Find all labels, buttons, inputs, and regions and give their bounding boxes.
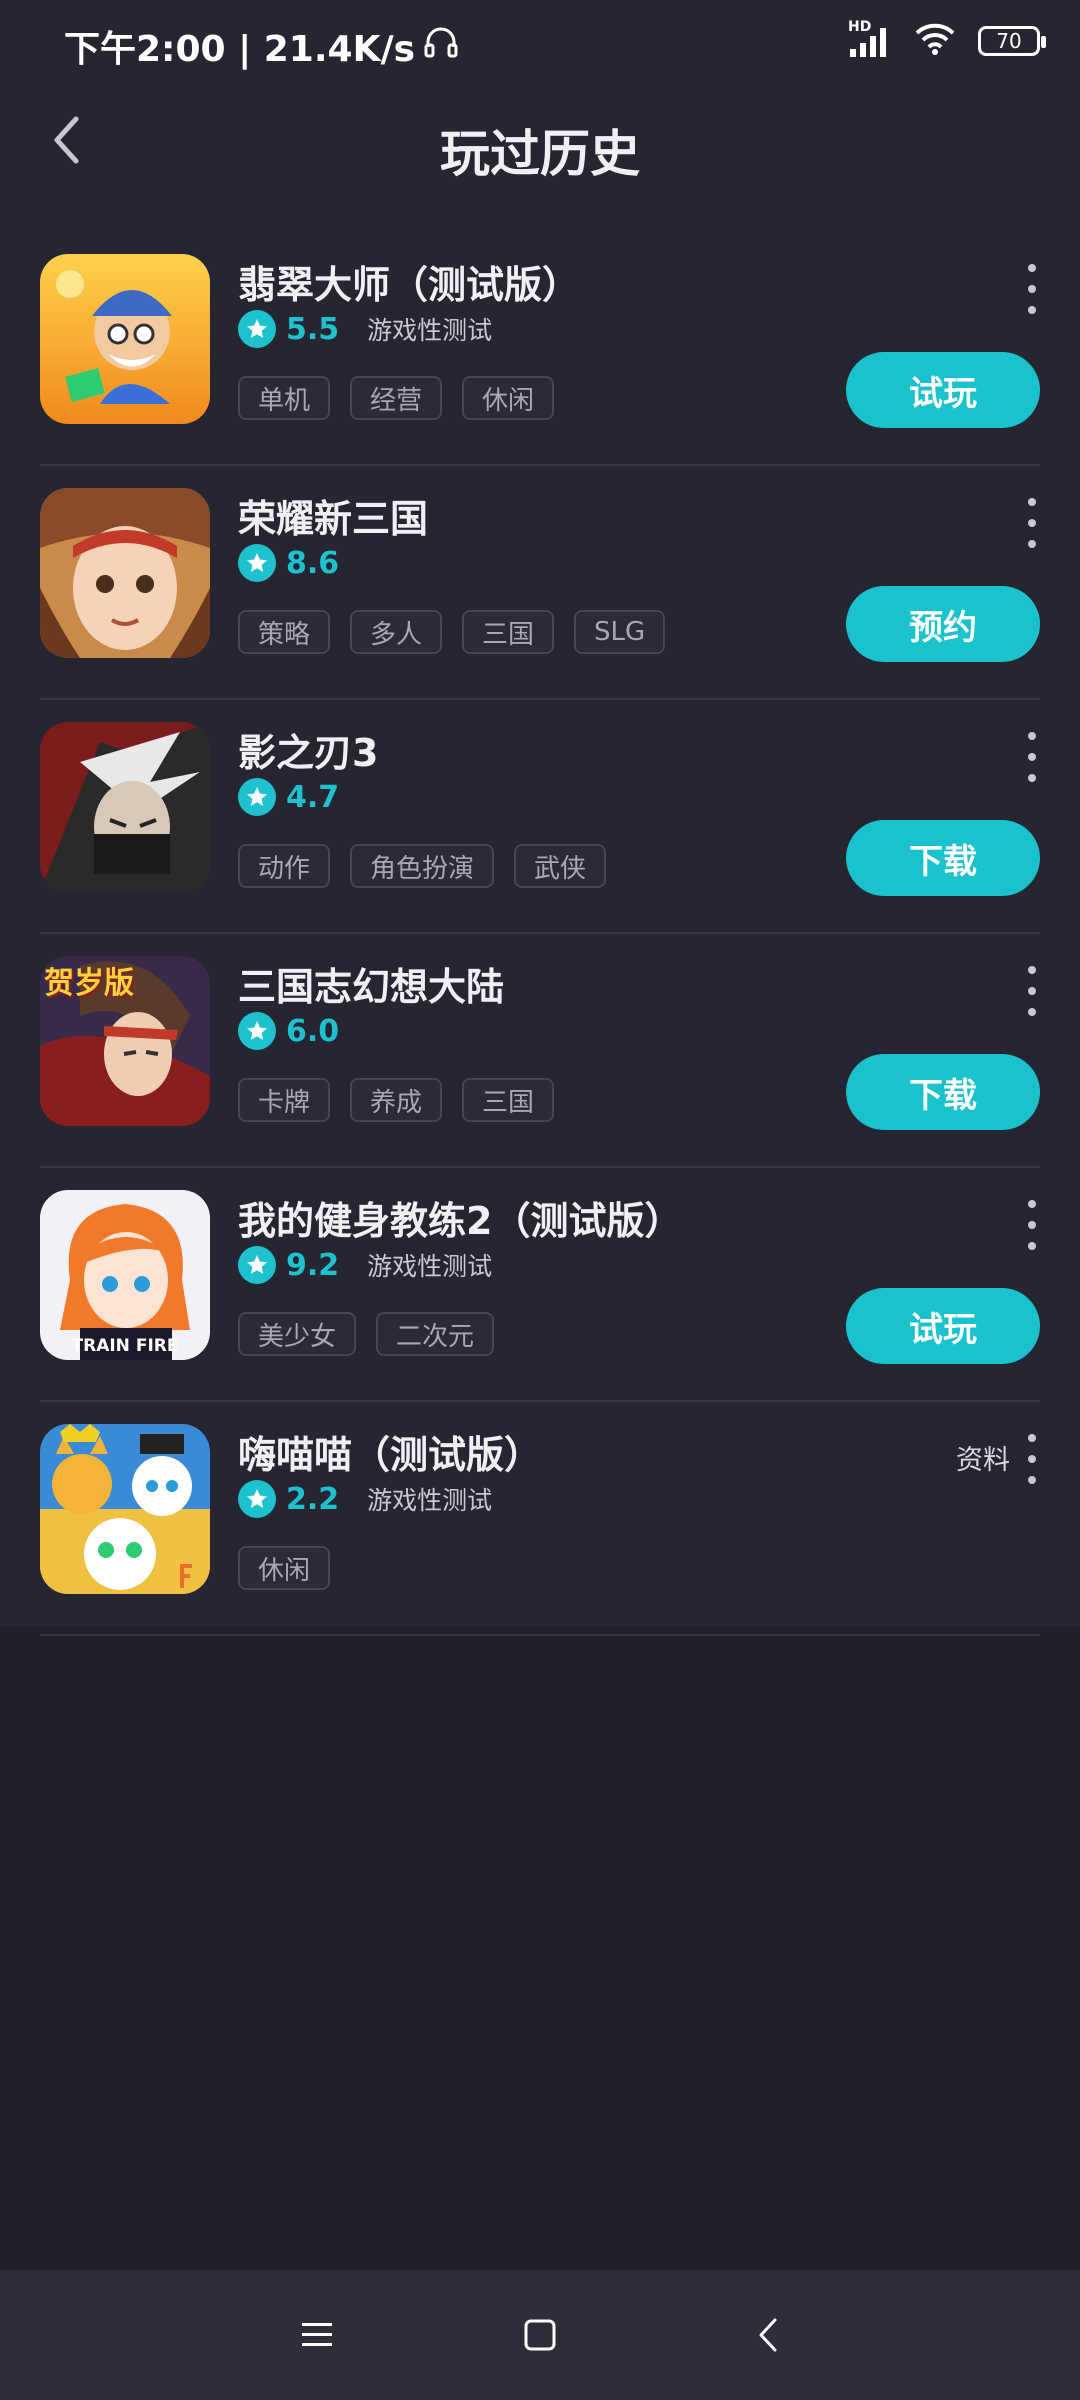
more-options-icon[interactable] [1022, 732, 1042, 782]
page-title: 玩过历史 [440, 125, 640, 183]
game-icon[interactable] [40, 254, 210, 424]
tag[interactable]: 单机 [238, 376, 331, 420]
tag[interactable]: 养成 [350, 1078, 443, 1122]
tag[interactable]: 武侠 [514, 844, 607, 888]
menu-button[interactable] [287, 2305, 347, 2365]
star-icon [238, 1246, 276, 1284]
more-options-icon[interactable] [1022, 1434, 1042, 1484]
rating-row: 4.7 [238, 778, 357, 816]
test-label: 游戏性测试 [367, 1252, 493, 1281]
tag[interactable]: 三国 [462, 610, 555, 654]
game-history-list: 翡翠大师（测试版） 5.5 游戏性测试 单机 经营 休闲 试玩 荣耀新三国 8.… [0, 232, 1080, 1636]
status-bar: 下午2:00 | 21.4K/s HD 70 [0, 0, 1080, 80]
game-score: 4.7 [286, 779, 340, 815]
game-name[interactable]: 嗨喵喵（测试版） [238, 1424, 542, 1479]
more-options-icon[interactable] [1022, 264, 1042, 314]
system-nav-bar [0, 2270, 1080, 2400]
tag[interactable]: 角色扮演 [350, 844, 495, 888]
game-score: 6.0 [286, 1013, 340, 1049]
icon-badge-text: 贺岁版 [44, 966, 134, 1001]
page-header: 玩过历史 [0, 80, 1080, 210]
tag[interactable]: 美少女 [238, 1312, 357, 1356]
download-button[interactable]: 下载 [846, 1054, 1040, 1130]
list-item[interactable]: 影之刃3 4.7 动作 角色扮演 武侠 下载 [0, 700, 1080, 934]
star-icon [238, 310, 276, 348]
game-score: 8.6 [286, 545, 340, 581]
tag[interactable]: 经营 [350, 376, 443, 420]
home-button[interactable] [510, 2305, 570, 2365]
tag-list: 单机 经营 休闲 [238, 376, 555, 420]
status-time-speed: 下午2:00 | 21.4K/s [64, 29, 416, 70]
tag-list: 策略 多人 三国 SLG [238, 610, 666, 654]
list-item[interactable]: 嗨喵喵（测试版） 2.2 游戏性测试 休闲 资料 [0, 1402, 1080, 1636]
trial-button[interactable]: 试玩 [846, 352, 1040, 428]
more-options-icon[interactable] [1022, 498, 1042, 548]
home-square-icon [524, 2319, 556, 2351]
more-options-icon[interactable] [1022, 1200, 1042, 1250]
tag[interactable]: 休闲 [238, 1546, 331, 1590]
trial-button[interactable]: 试玩 [846, 1288, 1040, 1364]
star-icon [238, 1012, 276, 1050]
game-name[interactable]: 我的健身教练2（测试版） [238, 1190, 682, 1245]
star-icon [238, 1480, 276, 1518]
battery-level: 70 [996, 29, 1022, 53]
rating-row: 2.2 游戏性测试 [238, 1480, 492, 1518]
game-icon[interactable] [40, 488, 210, 658]
info-link[interactable]: 资料 [956, 1438, 1010, 1477]
game-icon[interactable] [40, 1424, 210, 1594]
wifi-icon [914, 22, 956, 60]
status-left: 下午2:00 | 21.4K/s [64, 20, 459, 72]
headset-icon [423, 25, 459, 68]
game-score: 2.2 [286, 1481, 340, 1517]
game-name[interactable]: 翡翠大师（测试版） [238, 254, 580, 309]
divider [40, 1634, 1040, 1636]
signal-icon: HD [848, 19, 892, 59]
tag[interactable]: 三国 [462, 1078, 555, 1122]
more-options-icon[interactable] [1022, 966, 1042, 1016]
tag[interactable]: 策略 [238, 610, 331, 654]
tag[interactable]: 动作 [238, 844, 331, 888]
tag-list: 美少女 二次元 [238, 1312, 495, 1356]
game-score: 5.5 [286, 311, 340, 347]
system-back-button[interactable] [738, 2305, 798, 2365]
tag[interactable]: 二次元 [376, 1312, 495, 1356]
list-item[interactable]: TRAIN FIRE 我的健身教练2（测试版） 9.2 游戏性测试 美少女 二次… [0, 1168, 1080, 1402]
rating-row: 8.6 [238, 544, 357, 582]
tag[interactable]: 休闲 [462, 376, 555, 420]
tag-list: 卡牌 养成 三国 [238, 1078, 555, 1122]
test-label: 游戏性测试 [367, 316, 493, 345]
list-item[interactable]: 荣耀新三国 8.6 策略 多人 三国 SLG 预约 [0, 466, 1080, 700]
test-label: 游戏性测试 [367, 1486, 493, 1515]
battery-icon: 70 [978, 26, 1046, 56]
list-item[interactable]: 贺岁版 三国志幻想大陆 6.0 卡牌 养成 三国 下载 [0, 934, 1080, 1168]
menu-icon [302, 2323, 332, 2346]
game-name[interactable]: 三国志幻想大陆 [238, 956, 504, 1011]
tag[interactable]: SLG [574, 610, 666, 654]
game-name[interactable]: 影之刃3 [238, 722, 378, 777]
tag-list: 动作 角色扮演 武侠 [238, 844, 607, 888]
reserve-button[interactable]: 预约 [846, 586, 1040, 662]
icon-badge-text: TRAIN FIRE [71, 1336, 179, 1356]
list-item[interactable]: 翡翠大师（测试版） 5.5 游戏性测试 单机 经营 休闲 试玩 [0, 232, 1080, 466]
back-arrow-icon [759, 2318, 777, 2352]
rating-row: 9.2 游戏性测试 [238, 1246, 492, 1284]
game-icon[interactable]: TRAIN FIRE [40, 1190, 210, 1360]
download-button[interactable]: 下载 [846, 820, 1040, 896]
game-score: 9.2 [286, 1247, 340, 1283]
star-icon [238, 778, 276, 816]
rating-row: 5.5 游戏性测试 [238, 310, 492, 348]
game-icon[interactable] [40, 722, 210, 892]
tag[interactable]: 卡牌 [238, 1078, 331, 1122]
tag-list: 休闲 [238, 1546, 331, 1590]
game-icon[interactable]: 贺岁版 [40, 956, 210, 1126]
tag[interactable]: 多人 [350, 610, 443, 654]
rating-row: 6.0 [238, 1012, 357, 1050]
game-name[interactable]: 荣耀新三国 [238, 488, 428, 543]
star-icon [238, 544, 276, 582]
status-right: HD 70 [848, 19, 1046, 60]
